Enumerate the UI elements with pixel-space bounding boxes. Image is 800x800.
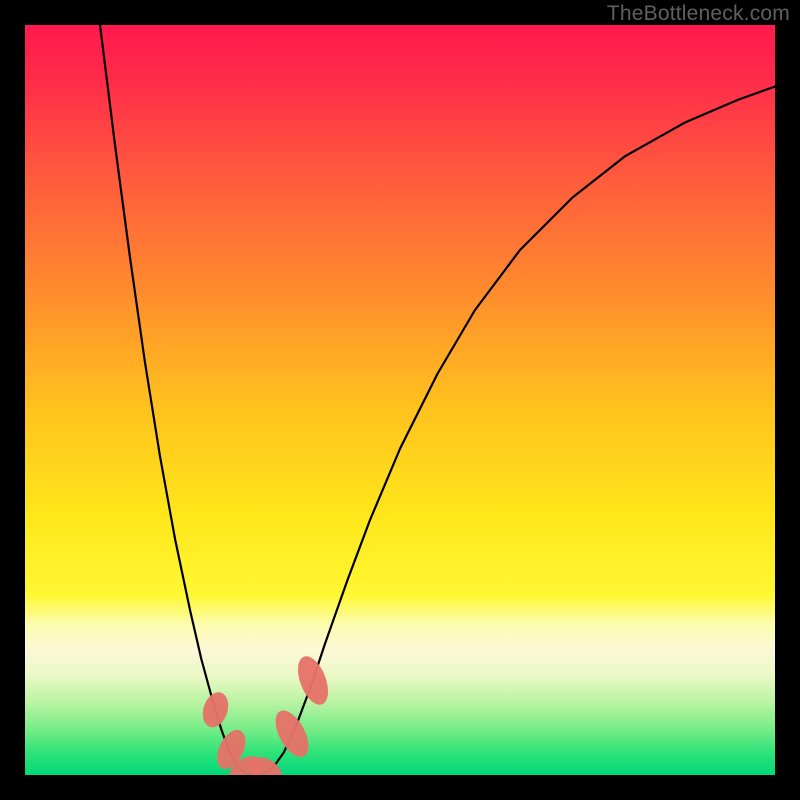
chart-frame: [25, 25, 775, 775]
bottleneck-chart: [25, 25, 775, 775]
chart-background: [25, 25, 775, 775]
attribution-text: TheBottleneck.com: [607, 2, 790, 26]
